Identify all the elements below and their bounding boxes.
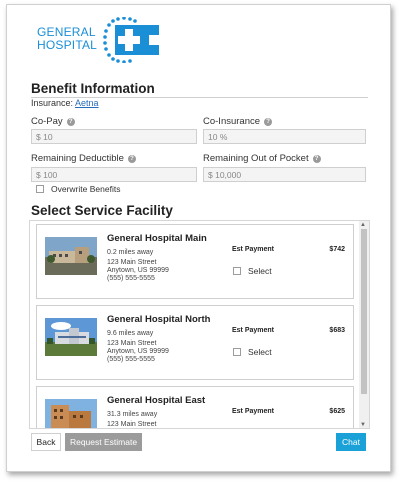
est-payment-amount: $742 xyxy=(329,246,345,253)
select-checkbox[interactable] xyxy=(233,267,241,275)
facility-name: General Hospital North xyxy=(107,314,211,325)
facility-name: General Hospital Main xyxy=(107,233,207,244)
request-estimate-button[interactable]: Request Estimate xyxy=(65,433,142,451)
facility-card-north[interactable]: General Hospital North 9.6 miles away 12… xyxy=(36,305,354,380)
est-payment-label: Est Payment xyxy=(232,246,275,253)
out-of-pocket-field[interactable]: $ 10,000 xyxy=(203,167,366,182)
hospital-logo: GENERAL HOSPITAL xyxy=(37,17,162,63)
facility-distance: 0.2 miles away xyxy=(107,249,154,256)
deductible-label: Remaining Deductible ? xyxy=(31,153,136,164)
est-payment-amount: $683 xyxy=(329,327,345,334)
copay-label: Co-Pay ? xyxy=(31,116,75,127)
facility-name: General Hospital East xyxy=(107,395,206,406)
est-payment-label: Est Payment xyxy=(232,327,275,334)
coinsurance-field[interactable]: 10 % xyxy=(203,129,366,144)
facility-street: 123 Main Street xyxy=(107,340,157,347)
facility-city: Anytown, US 99999 xyxy=(107,348,169,355)
select-checkbox[interactable] xyxy=(233,348,241,356)
scrollbar-thumb[interactable] xyxy=(361,229,367,394)
hospital-cross-icon xyxy=(103,17,159,63)
facility-card-main[interactable]: General Hospital Main 0.2 miles away 123… xyxy=(36,224,354,299)
facility-photo xyxy=(45,318,97,356)
help-icon[interactable]: ? xyxy=(66,117,75,126)
facility-street: 123 Main Street xyxy=(107,259,157,266)
overwrite-benefits-checkbox[interactable] xyxy=(36,185,44,193)
insurance-link[interactable]: Aetna xyxy=(75,98,99,108)
help-icon[interactable]: ? xyxy=(264,117,273,126)
insurance-label: Insurance: xyxy=(31,98,74,108)
help-icon[interactable]: ? xyxy=(312,154,321,163)
select-label: Select xyxy=(248,347,272,357)
logo-wordmark: GENERAL HOSPITAL xyxy=(37,25,98,52)
insurance-row: Insurance: Aetna xyxy=(31,98,99,108)
facility-card-east[interactable]: General Hospital East 31.3 miles away 12… xyxy=(36,386,354,428)
est-payment-amount: $625 xyxy=(329,408,345,415)
out-of-pocket-label: Remaining Out of Pocket ? xyxy=(203,153,321,164)
benefit-information-heading: Benefit Information xyxy=(31,81,155,96)
arrow-up-icon[interactable]: ▲ xyxy=(360,222,366,228)
facility-street: 123 Main Street xyxy=(107,421,157,428)
facility-distance: 9.6 miles away xyxy=(107,330,154,337)
facility-city: Anytown, US 99999 xyxy=(107,267,169,274)
chat-button[interactable]: Chat xyxy=(336,433,366,451)
facility-photo xyxy=(45,237,97,275)
copay-field[interactable]: $ 10 xyxy=(31,129,197,144)
facility-list[interactable]: General Hospital Main 0.2 miles away 123… xyxy=(29,220,370,429)
overwrite-benefits-label: Overwrite Benefits xyxy=(51,184,121,194)
select-label: Select xyxy=(248,266,272,276)
back-button[interactable]: Back xyxy=(31,433,61,451)
coinsurance-label: Co-Insurance ? xyxy=(203,116,273,127)
estimate-panel: GENERAL HOSPITAL Benefit Information Ins… xyxy=(6,4,391,472)
est-payment-label: Est Payment xyxy=(232,408,275,415)
help-icon[interactable]: ? xyxy=(127,154,136,163)
service-facility-heading: Select Service Facility xyxy=(31,203,173,218)
deductible-field[interactable]: $ 100 xyxy=(31,167,197,182)
arrow-down-icon[interactable]: ▼ xyxy=(360,422,366,428)
facility-phone: (555) 555-5555 xyxy=(107,275,155,282)
facility-distance: 31.3 miles away xyxy=(107,411,158,418)
facility-photo xyxy=(45,399,97,428)
facility-list-scrollbar[interactable]: ▲ ▼ xyxy=(359,221,369,428)
facility-phone: (555) 555-5555 xyxy=(107,356,155,363)
